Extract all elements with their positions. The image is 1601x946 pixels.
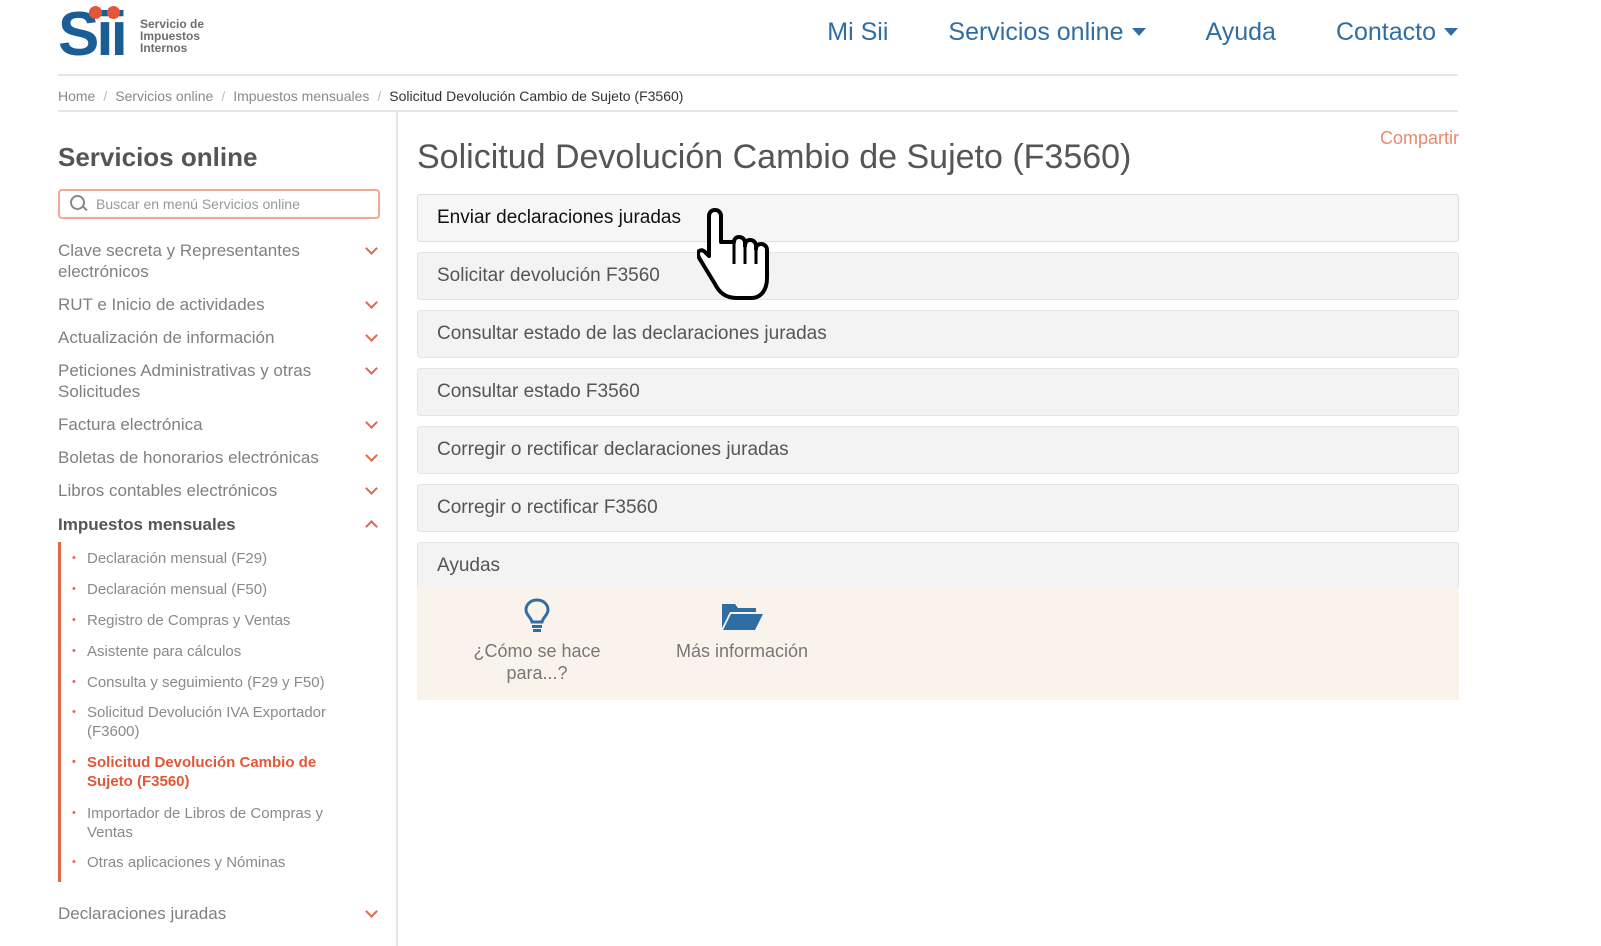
sidebar-item-factura[interactable]: Factura electrónica bbox=[58, 414, 380, 435]
option-label: Consultar estado de las declaraciones ju… bbox=[437, 323, 827, 344]
nav-label: Servicios online bbox=[948, 18, 1124, 46]
sidebar-item-label: Libros contables electrónicos bbox=[58, 481, 278, 500]
sidebar-item-rut[interactable]: RUT e Inicio de actividades bbox=[58, 294, 380, 315]
caret-down-icon bbox=[1444, 28, 1458, 36]
submenu-item-f29[interactable]: Declaración mensual (F29) bbox=[72, 549, 357, 568]
breadcrumb-current: Solicitud Devolución Cambio de Sujeto (F… bbox=[389, 88, 684, 104]
nav-contacto[interactable]: Contacto bbox=[1336, 14, 1458, 50]
help-panel: ¿Cómo se hace para...? Más información bbox=[417, 588, 1459, 700]
how-to-label: ¿Cómo se hace para...? bbox=[473, 641, 601, 683]
nav-mi-sii[interactable]: Mi Sii bbox=[827, 14, 888, 50]
sidebar-item-boletas[interactable]: Boletas de honorarios electrónicas bbox=[58, 447, 380, 468]
top-nav: Mi Sii Servicios online Ayuda Contacto bbox=[767, 14, 1458, 50]
option-consultar-f3560[interactable]: Consultar estado F3560 bbox=[417, 368, 1459, 416]
sidebar-item-clave-secreta[interactable]: Clave secreta y Representantes electróni… bbox=[58, 240, 380, 282]
sidebar-item-label: Actualización de información bbox=[58, 328, 275, 347]
chevron-down-icon bbox=[365, 905, 378, 918]
sidebar-item-actualizacion[interactable]: Actualización de información bbox=[58, 327, 380, 348]
submenu-item-f3560[interactable]: Solicitud Devolución Cambio de Sujeto (F… bbox=[72, 753, 357, 791]
sidebar-search bbox=[58, 189, 380, 219]
sidebar-item-label: Factura electrónica bbox=[58, 415, 203, 434]
more-info-link[interactable]: Más información bbox=[667, 598, 817, 662]
submenu-item-registro-compras[interactable]: Registro de Compras y Ventas bbox=[72, 611, 357, 630]
logo-dot-icon bbox=[107, 6, 120, 19]
sidebar-item-label: Impuestos mensuales bbox=[58, 515, 236, 534]
nav-label: Ayuda bbox=[1205, 18, 1276, 46]
search-input[interactable] bbox=[96, 196, 366, 212]
option-label: Corregir o rectificar declaraciones jura… bbox=[437, 439, 789, 460]
option-ayudas[interactable]: Ayudas bbox=[417, 542, 1459, 590]
search-icon bbox=[70, 195, 88, 213]
breadcrumb: Home / Servicios online / Impuestos mens… bbox=[58, 82, 1458, 112]
submenu-item-otras[interactable]: Otras aplicaciones y Nóminas bbox=[72, 853, 357, 872]
caret-down-icon bbox=[1131, 28, 1146, 36]
option-label: Ayudas bbox=[437, 555, 501, 576]
submenu-item-asistente[interactable]: Asistente para cálculos bbox=[72, 642, 357, 661]
option-label: Consultar estado F3560 bbox=[437, 381, 640, 402]
sidebar-item-label: Clave secreta y Representantes electróni… bbox=[58, 241, 300, 281]
option-label: Corregir o rectificar F3560 bbox=[437, 497, 658, 518]
option-solicitar-devolucion[interactable]: Solicitar devolución F3560 bbox=[417, 252, 1459, 300]
how-to-link[interactable]: ¿Cómo se hace para...? bbox=[462, 598, 612, 684]
chevron-down-icon bbox=[365, 416, 378, 429]
logo-text-line: Internos bbox=[140, 41, 188, 55]
chevron-down-icon bbox=[365, 329, 378, 342]
breadcrumb-impuestos-mensuales[interactable]: Impuestos mensuales bbox=[233, 88, 369, 104]
sidebar-item-impuestos-mensuales[interactable]: Impuestos mensuales bbox=[58, 514, 380, 535]
folder-open-icon bbox=[722, 604, 763, 630]
page-title: Solicitud Devolución Cambio de Sujeto (F… bbox=[417, 138, 1132, 176]
chevron-down-icon bbox=[365, 449, 378, 462]
option-corregir-f3560[interactable]: Corregir o rectificar F3560 bbox=[417, 484, 1459, 532]
breadcrumb-servicios-online[interactable]: Servicios online bbox=[115, 88, 213, 104]
sidebar-item-label: RUT e Inicio de actividades bbox=[58, 295, 265, 314]
logo-dot-icon bbox=[89, 6, 102, 19]
nav-label: Contacto bbox=[1335, 18, 1436, 46]
chevron-down-icon bbox=[365, 482, 378, 495]
option-label: Enviar declaraciones juradas bbox=[437, 207, 681, 228]
share-link[interactable]: Compartir bbox=[1380, 128, 1459, 149]
chevron-down-icon bbox=[365, 242, 378, 255]
sidebar-item-declaraciones-juradas[interactable]: Declaraciones juradas bbox=[58, 903, 380, 924]
breadcrumb-separator: / bbox=[103, 88, 108, 104]
chevron-down-icon bbox=[365, 296, 378, 309]
option-enviar-declaraciones[interactable]: Enviar declaraciones juradas bbox=[417, 194, 1459, 242]
sidebar-item-label: Boletas de honorarios electrónicas bbox=[58, 448, 319, 467]
more-info-label: Más información bbox=[675, 641, 809, 661]
breadcrumb-separator: / bbox=[377, 88, 382, 104]
chevron-down-icon bbox=[365, 362, 378, 375]
option-label: Solicitar devolución F3560 bbox=[437, 265, 660, 286]
submenu-item-consulta[interactable]: Consulta y seguimiento (F29 y F50) bbox=[72, 673, 357, 692]
logo-text: Servicio de Impuestos Internos bbox=[140, 18, 230, 54]
sidebar-title: Servicios online bbox=[58, 142, 258, 172]
nav-label: Mi Sii bbox=[827, 18, 889, 46]
site-header: Sii Servicio de Impuestos Internos Mi Si… bbox=[58, 0, 1458, 76]
submenu-item-f3600[interactable]: Solicitud Devolución IVA Exportador (F36… bbox=[72, 703, 357, 741]
sidebar-item-peticiones[interactable]: Peticiones Administrativas y otras Solic… bbox=[58, 360, 380, 402]
sidebar: Servicios online Clave secreta y Represe… bbox=[58, 112, 398, 946]
sidebar-item-label: Peticiones Administrativas y otras Solic… bbox=[58, 361, 312, 401]
nav-servicios-online[interactable]: Servicios online bbox=[948, 14, 1146, 50]
sii-logo[interactable]: Sii Servicio de Impuestos Internos bbox=[58, 4, 230, 66]
sidebar-item-label: Declaraciones juradas bbox=[58, 904, 227, 923]
submenu-impuestos-mensuales: Declaración mensual (F29) Declaración me… bbox=[58, 542, 380, 882]
submenu-item-f50[interactable]: Declaración mensual (F50) bbox=[72, 580, 357, 599]
sidebar-item-libros[interactable]: Libros contables electrónicos bbox=[58, 480, 380, 501]
option-corregir-declaraciones[interactable]: Corregir o rectificar declaraciones jura… bbox=[417, 426, 1459, 474]
chevron-up-icon bbox=[365, 520, 378, 533]
submenu-item-importador[interactable]: Importador de Libros de Compras y Ventas bbox=[72, 804, 357, 842]
breadcrumb-home[interactable]: Home bbox=[58, 88, 95, 104]
option-consultar-declaraciones[interactable]: Consultar estado de las declaraciones ju… bbox=[417, 310, 1459, 358]
lightbulb-icon bbox=[524, 598, 550, 632]
breadcrumb-separator: / bbox=[221, 88, 226, 104]
nav-ayuda[interactable]: Ayuda bbox=[1206, 14, 1276, 50]
